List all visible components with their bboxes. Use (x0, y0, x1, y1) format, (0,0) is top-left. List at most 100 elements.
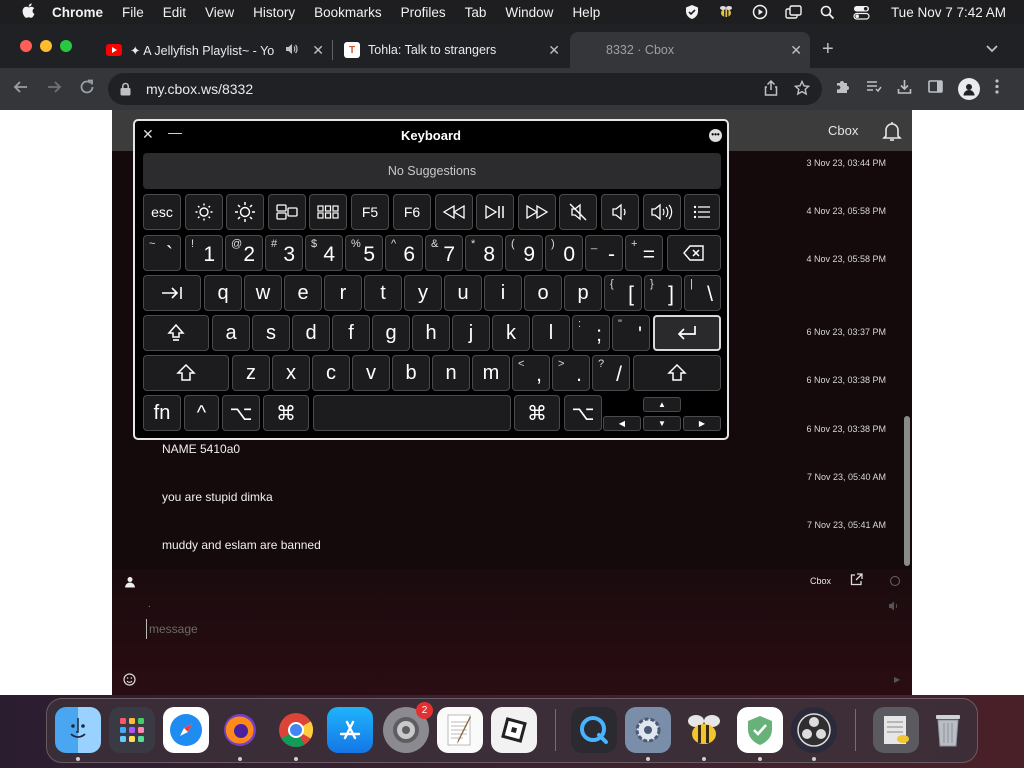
safari-icon[interactable] (163, 707, 209, 753)
key-9[interactable]: (9 (505, 235, 543, 271)
reload-icon[interactable] (78, 78, 96, 101)
address-bar[interactable]: my.cbox.ws/8332 (108, 73, 822, 105)
list-menu-icon[interactable] (684, 194, 720, 230)
tab-jellyfish-playlist[interactable]: ✦ A Jellyfish Playlist~ - Yo ✕ (96, 32, 332, 68)
back-arrow-icon[interactable] (12, 78, 30, 101)
external-link-icon[interactable] (850, 573, 864, 587)
launchpad-app-icon[interactable] (109, 707, 155, 753)
key-comma[interactable]: <, (512, 355, 550, 391)
quicktime-icon[interactable] (571, 707, 617, 753)
key-1[interactable]: ! 1 (185, 235, 223, 271)
fast-forward-icon[interactable] (518, 194, 556, 230)
close-tab-icon[interactable]: ✕ (312, 42, 324, 59)
tab-key-icon[interactable] (143, 275, 201, 311)
more-options-icon[interactable]: ••• (709, 129, 722, 142)
key-d[interactable]: d (292, 315, 330, 351)
key-y[interactable]: y (404, 275, 442, 311)
preferences-gear-icon[interactable] (625, 707, 671, 753)
cbox-footer-link[interactable]: Cbox (810, 576, 831, 586)
reading-list-icon[interactable] (865, 78, 882, 100)
key-minus[interactable]: _ - (585, 235, 623, 271)
bee-app-icon[interactable] (681, 707, 727, 753)
launchpad-icon[interactable] (309, 194, 347, 230)
menu-help[interactable]: Help (572, 5, 600, 20)
menu-bookmarks[interactable]: Bookmarks (314, 5, 382, 20)
key-backtick[interactable]: ~ ` (143, 235, 181, 271)
send-arrow-icon[interactable]: ▶ (894, 675, 900, 684)
key-c[interactable]: c (312, 355, 350, 391)
key-5[interactable]: % 5 (345, 235, 383, 271)
message-input[interactable] (146, 619, 746, 639)
key-b[interactable]: b (392, 355, 430, 391)
volume-up-icon[interactable] (643, 194, 681, 230)
control-center-icon[interactable] (853, 3, 871, 21)
return-key-icon[interactable] (653, 315, 721, 351)
menu-file[interactable]: File (122, 5, 144, 20)
key-7[interactable]: & 7 (425, 235, 463, 271)
key-command-right[interactable]: ⌘ (514, 395, 560, 431)
speaker-icon[interactable] (284, 42, 298, 59)
delete-backspace-icon[interactable] (667, 235, 721, 271)
key-right-bracket[interactable]: }] (644, 275, 682, 311)
menu-profiles[interactable]: Profiles (401, 5, 446, 20)
trash-icon[interactable] (925, 707, 971, 753)
textedit-icon[interactable] (437, 707, 483, 753)
key-6[interactable]: ^ 6 (385, 235, 423, 271)
key-equals[interactable]: + = (625, 235, 663, 271)
brightness-up-icon[interactable] (226, 194, 264, 230)
key-z[interactable]: z (232, 355, 270, 391)
brightness-down-icon[interactable] (185, 194, 223, 230)
adguard-shield-icon[interactable] (737, 707, 783, 753)
key-backslash[interactable]: | \ (684, 275, 721, 311)
screen-mirroring-icon[interactable] (785, 3, 803, 21)
key-v[interactable]: v (352, 355, 390, 391)
key-m[interactable]: m (472, 355, 510, 391)
key-slash[interactable]: ? / (592, 355, 630, 391)
share-icon[interactable] (764, 79, 778, 100)
roblox-icon[interactable] (491, 707, 537, 753)
menu-history[interactable]: History (253, 5, 295, 20)
key-e[interactable]: e (284, 275, 322, 311)
key-u[interactable]: u (444, 275, 482, 311)
key-x[interactable]: x (272, 355, 310, 391)
tab-tohla[interactable]: T Tohla: Talk to strangers ✕ (334, 32, 568, 68)
space-bar[interactable] (313, 395, 511, 431)
key-command-left[interactable]: ⌘ (263, 395, 309, 431)
key-option-right[interactable]: ⌥ (564, 395, 602, 431)
app-menu[interactable]: Chrome (52, 5, 103, 20)
obs-icon[interactable] (791, 707, 837, 753)
apple-menu-icon[interactable] (18, 2, 38, 22)
arrow-down-key[interactable]: ▼ (643, 416, 681, 431)
menu-window[interactable]: Window (505, 5, 553, 20)
tab-cbox[interactable]: 8332 · Cbox ✕ (570, 32, 810, 68)
key-r[interactable]: r (324, 275, 362, 311)
play-pause-icon[interactable] (476, 194, 514, 230)
bee-icon[interactable] (717, 3, 735, 21)
key-8[interactable]: * 8 (465, 235, 503, 271)
left-shift-icon[interactable] (143, 355, 229, 391)
name-field[interactable]: . (148, 599, 151, 610)
close-tab-icon[interactable]: ✕ (548, 42, 560, 59)
chrome-menu-icon[interactable] (994, 78, 1000, 100)
menu-view[interactable]: View (205, 5, 234, 20)
message-scrollbar[interactable] (904, 416, 910, 566)
key-i[interactable]: i (484, 275, 522, 311)
spotlight-search-icon[interactable] (819, 3, 837, 21)
key-q[interactable]: q (204, 275, 242, 311)
key-2[interactable]: @2 (225, 235, 263, 271)
key-o[interactable]: o (524, 275, 562, 311)
key-a[interactable]: a (212, 315, 250, 351)
key-t[interactable]: t (364, 275, 402, 311)
side-panel-icon[interactable] (927, 78, 944, 100)
close-window-button[interactable] (20, 40, 32, 52)
download-icon[interactable] (896, 78, 913, 100)
key-left-bracket[interactable]: {[ (604, 275, 642, 311)
menu-edit[interactable]: Edit (163, 5, 186, 20)
key-w[interactable]: w (244, 275, 282, 311)
volume-icon[interactable] (888, 599, 900, 611)
finder-icon[interactable] (55, 707, 101, 753)
arrow-up-key[interactable]: ▲ (643, 397, 681, 412)
key-fn[interactable]: fn (143, 395, 181, 431)
volume-down-icon[interactable] (601, 194, 639, 230)
chrome-icon[interactable] (273, 707, 319, 753)
